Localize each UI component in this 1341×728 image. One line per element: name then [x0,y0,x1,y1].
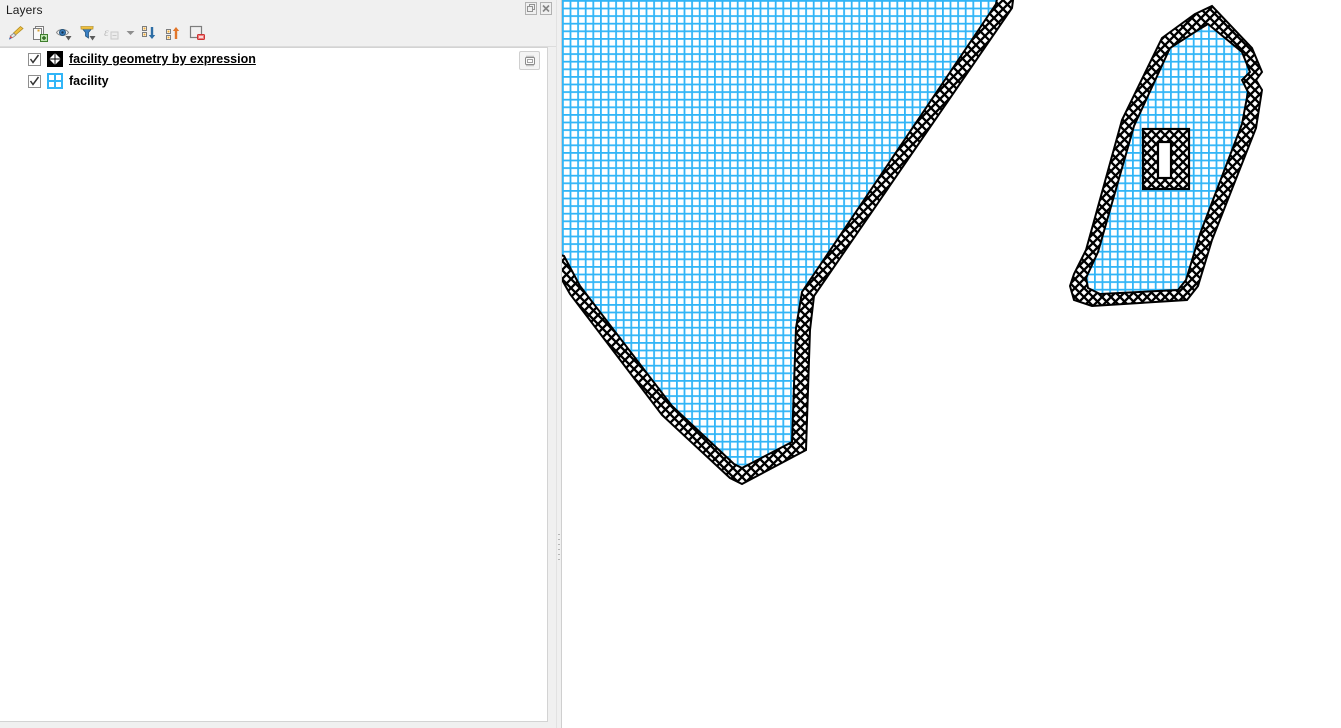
layer-visibility-checkbox[interactable] [28,52,41,66]
splitter-grip[interactable] [558,534,560,562]
island-polygon-group [1069,5,1263,307]
layer-visibility-checkbox[interactable] [28,74,41,88]
map-canvas[interactable] [562,0,1341,728]
layer-tree-container: facility geometry by expression facility [0,47,556,728]
svg-text:ε: ε [104,25,109,39]
eye-icon[interactable] [53,22,75,44]
map-rendering [562,0,1263,485]
close-icon[interactable] [540,2,552,15]
qgis-window: Layers ε facility geometry by expression… [0,0,1341,728]
add-group-icon[interactable] [29,22,51,44]
inner-hole-rectangle [1141,127,1191,191]
remove-layer-icon[interactable] [186,22,208,44]
paintbrush-icon[interactable] [5,22,27,44]
processing-algorithm-icon[interactable] [519,51,540,70]
collapse-all-icon[interactable] [162,22,184,44]
crosshatch-polygon-symbol-icon [47,51,63,67]
layer-name: facility [69,74,109,88]
panel-titlebar-buttons [525,2,552,15]
float-icon[interactable] [525,2,537,15]
expand-all-icon[interactable] [138,22,160,44]
cyan-grid-polygon-symbol-icon [47,73,63,89]
panel-title: Layers [6,3,43,17]
layers-panel-titlebar: Layers [0,0,556,20]
filter-icon[interactable] [77,22,99,44]
layers-panel-toolbar: ε [0,20,556,47]
expression-filter-icon[interactable]: ε [101,22,123,44]
layer-row[interactable]: facility geometry by expression [0,48,547,70]
chevron-down-icon[interactable] [125,22,136,44]
layer-name: facility geometry by expression [69,52,256,66]
layers-panel: Layers ε facility geometry by expression… [0,0,556,728]
layer-row[interactable]: facility [0,70,547,92]
layer-tree[interactable]: facility geometry by expression facility [0,47,548,722]
main-polygon [562,0,1018,485]
